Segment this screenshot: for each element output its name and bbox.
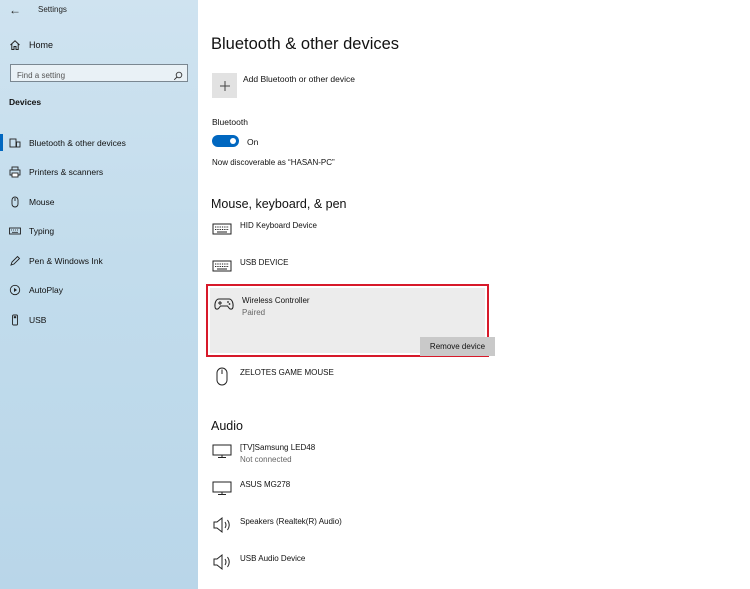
app-title: Settings xyxy=(38,5,67,14)
usb-icon xyxy=(9,314,21,326)
device-status: Paired xyxy=(242,308,266,317)
mouse-icon xyxy=(212,366,232,386)
pen-icon xyxy=(9,255,21,267)
sidebar-item-label: Bluetooth & other devices xyxy=(29,137,126,148)
device-item[interactable]: Speakers (Realtek(R) Audio) xyxy=(212,515,342,535)
search-input[interactable] xyxy=(11,67,161,84)
sidebar-item-label: Mouse xyxy=(29,196,55,207)
sidebar-item-bluetooth[interactable]: Bluetooth & other devices xyxy=(0,128,198,158)
bluetooth-toggle[interactable] xyxy=(212,135,239,147)
audio-section-heading: Audio xyxy=(211,419,243,433)
plus-icon xyxy=(219,80,230,91)
speaker-icon xyxy=(212,515,232,535)
search-box[interactable] xyxy=(10,64,188,84)
autoplay-icon xyxy=(9,284,21,296)
sidebar-item-label: Typing xyxy=(29,226,55,237)
title-bar: ← Settings xyxy=(0,0,198,20)
monitor-icon xyxy=(212,441,232,461)
device-item[interactable]: ZELOTES GAME MOUSE xyxy=(212,366,334,386)
device-name: [TV]Samsung LED48 xyxy=(240,443,316,452)
sidebar-item-printers[interactable]: Printers & scanners xyxy=(0,158,198,188)
search-icon[interactable] xyxy=(173,68,183,81)
mouse-section-heading: Mouse, keyboard, & pen xyxy=(211,197,347,211)
remove-device-button[interactable]: Remove device xyxy=(420,337,495,356)
device-item[interactable]: [TV]Samsung LED48 Not connected xyxy=(212,441,315,464)
page-title: Bluetooth & other devices xyxy=(211,35,400,53)
sidebar-item-pen[interactable]: Pen & Windows Ink xyxy=(0,246,198,276)
device-name: Wireless Controller xyxy=(242,296,310,305)
selected-device-highlight: Wireless Controller Paired Remove device xyxy=(206,284,495,357)
add-device-label[interactable]: Add Bluetooth or other device xyxy=(243,74,355,84)
monitor-icon xyxy=(212,478,232,498)
bluetooth-devices-icon xyxy=(9,137,21,149)
discoverable-text: Now discoverable as “HASAN-PC” xyxy=(212,158,335,167)
speaker-icon xyxy=(212,552,232,572)
device-name: ZELOTES GAME MOUSE xyxy=(240,368,334,377)
keyboard-icon xyxy=(212,256,232,276)
home-label: Home xyxy=(29,40,54,50)
sidebar-item-mouse[interactable]: Mouse xyxy=(0,187,198,217)
add-device-button[interactable] xyxy=(212,73,237,98)
sidebar-item-label: Pen & Windows Ink xyxy=(29,255,103,266)
sidebar-item-autoplay[interactable]: AutoPlay xyxy=(0,276,198,306)
device-name: USB DEVICE xyxy=(240,258,289,267)
bluetooth-label: Bluetooth xyxy=(212,117,248,127)
gamepad-icon xyxy=(214,294,234,314)
sidebar-nav: Bluetooth & other devices Printers & sca… xyxy=(0,128,198,335)
back-arrow-icon[interactable]: ← xyxy=(9,3,21,17)
device-name: HID Keyboard Device xyxy=(240,221,317,230)
toggle-knob xyxy=(230,138,236,144)
mouse-icon xyxy=(9,196,21,208)
sidebar: ← Settings Home Devices Bluetooth & othe… xyxy=(0,0,198,589)
device-item[interactable]: ASUS MG278 xyxy=(212,478,290,498)
sidebar-home[interactable]: Home xyxy=(9,37,53,53)
keyboard-icon xyxy=(9,225,21,237)
sidebar-item-label: Printers & scanners xyxy=(29,167,104,178)
printer-icon xyxy=(9,166,21,178)
device-item[interactable]: HID Keyboard Device xyxy=(212,219,317,239)
device-item[interactable]: USB Audio Device xyxy=(212,552,305,572)
main-content: Bluetooth & other devices Add Bluetooth … xyxy=(198,0,750,589)
sidebar-item-typing[interactable]: Typing xyxy=(0,217,198,247)
bluetooth-state: On xyxy=(247,137,259,147)
device-name: Speakers (Realtek(R) Audio) xyxy=(240,517,342,526)
device-name: ASUS MG278 xyxy=(240,480,291,489)
keyboard-icon xyxy=(212,219,232,239)
device-item[interactable]: USB DEVICE xyxy=(212,256,288,276)
sidebar-item-label: USB xyxy=(29,314,47,325)
selected-device-panel[interactable]: Wireless Controller Paired Remove device xyxy=(210,288,495,356)
device-status: Not connected xyxy=(240,455,292,464)
sidebar-section-label: Devices xyxy=(9,97,42,107)
sidebar-item-usb[interactable]: USB xyxy=(0,305,198,335)
sidebar-item-label: AutoPlay xyxy=(29,285,64,296)
device-name: USB Audio Device xyxy=(240,554,306,563)
home-icon xyxy=(9,39,21,51)
device-item[interactable]: Wireless Controller Paired xyxy=(214,294,310,317)
